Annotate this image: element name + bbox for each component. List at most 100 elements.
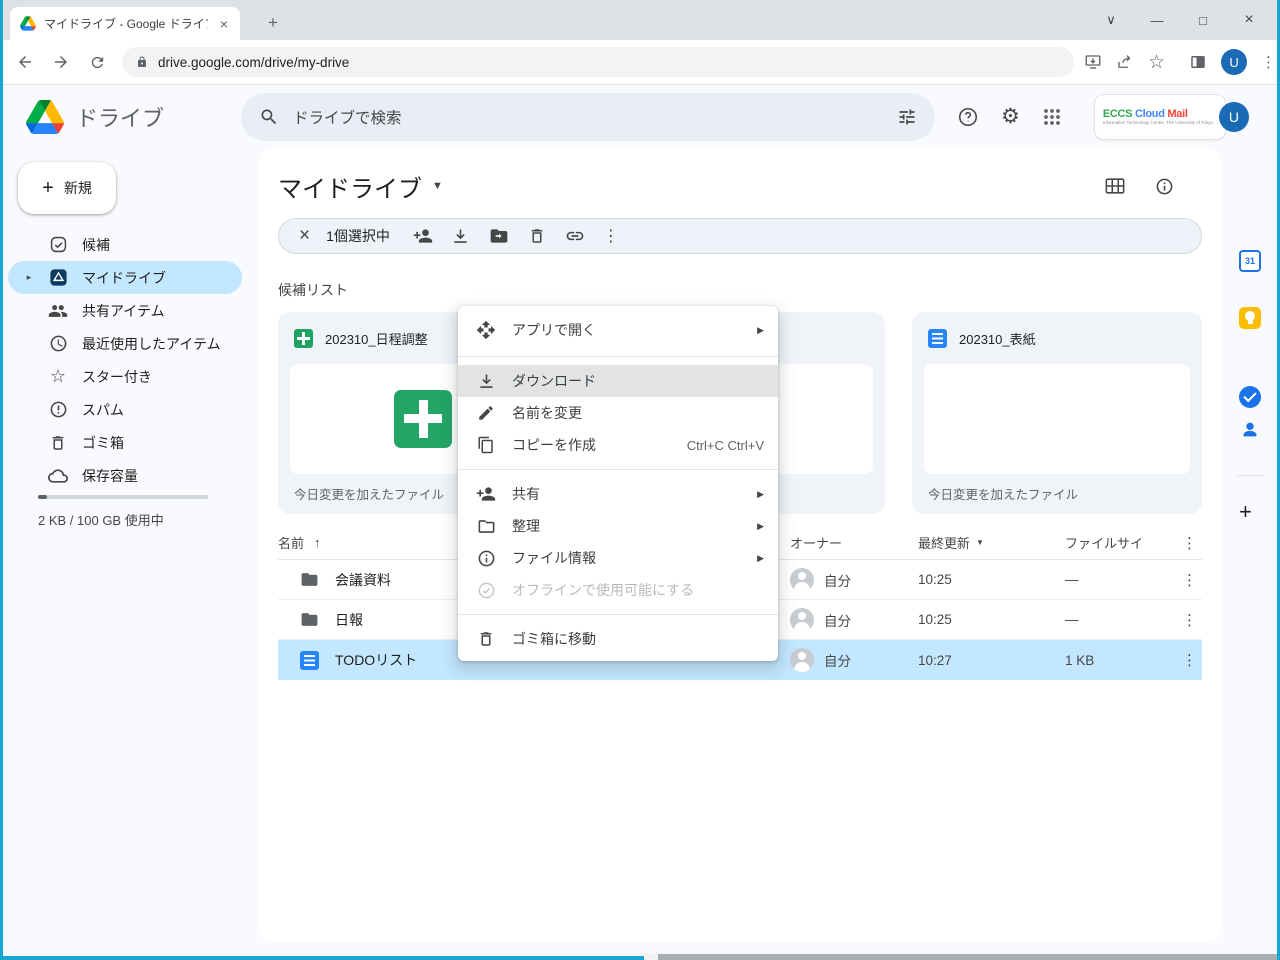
download-icon[interactable] [442,221,480,251]
sidebar-item-starred[interactable]: ☆ スター付き [8,360,242,393]
side-panel-rail: 31 + › [1222,148,1277,960]
tab-search-chevron-icon[interactable]: ∨ [1088,12,1134,28]
tab-title: マイドライブ - Google ドライブ [44,15,208,32]
browser-toolbar: drive.google.com/drive/my-drive ☆ U ⋮ [0,40,1280,85]
more-actions-icon[interactable]: ⋮ [594,226,628,246]
reload-button[interactable] [82,47,112,77]
bookmark-star-icon[interactable]: ☆ [1148,51,1165,74]
browser-tab[interactable]: マイドライブ - Google ドライブ × [10,7,240,40]
menu-divider [458,614,778,615]
file-card[interactable]: 202310_表紙 今日変更を加えたファイル [912,312,1202,514]
search-bar[interactable]: ドライブで検索 [241,93,935,141]
move-to-folder-icon[interactable] [480,221,518,251]
column-header-size[interactable]: ファイルサイ [1065,533,1177,552]
submenu-arrow-icon: ▶ [757,553,764,564]
window-close-button[interactable]: × [1226,11,1272,29]
submenu-arrow-icon: ▶ [757,325,764,336]
column-header-owner[interactable]: オーナー [790,533,918,552]
row-menu-icon[interactable]: ⋮ [1177,651,1202,669]
calendar-icon[interactable]: 31 [1239,250,1261,272]
details-info-icon[interactable] [1155,177,1174,196]
menu-item-organize[interactable]: 整理 ▶ [458,510,778,542]
clear-selection-icon[interactable]: × [293,225,316,247]
storage-progress-bar [38,495,208,499]
sort-descending-icon[interactable]: ▼ [976,538,984,547]
browser-menu-icon[interactable]: ⋮ [1261,53,1276,71]
keep-icon[interactable] [1239,307,1261,329]
window-maximize-button[interactable]: □ [1180,13,1226,28]
sidebar-item-spam[interactable]: スパム [8,393,242,426]
expand-arrow-icon[interactable]: ▸ [24,272,34,283]
drive-logo-text: ドライブ [76,101,164,133]
menu-item-move-to-trash[interactable]: ゴミ箱に移動 [458,623,778,655]
tab-close-icon[interactable]: × [216,17,232,31]
grid-view-icon[interactable] [1105,177,1125,195]
copy-icon [476,435,496,455]
share-icon[interactable] [1116,53,1134,71]
new-tab-button[interactable]: + [260,10,286,36]
horizontal-scrollbar[interactable] [658,954,1277,960]
get-link-icon[interactable] [556,221,594,251]
share-person-add-icon[interactable] [404,221,442,251]
menu-item-file-info[interactable]: ファイル情報 ▶ [458,542,778,574]
sidebar-item-suggested[interactable]: 候補 [8,228,242,261]
new-button[interactable]: + 新規 [18,162,116,214]
drive-favicon-icon [20,16,36,31]
menu-item-rename[interactable]: 名前を変更 [458,397,778,429]
menu-item-download[interactable]: ダウンロード [458,365,778,397]
menu-divider [458,469,778,470]
back-button[interactable] [10,47,40,77]
search-options-icon[interactable] [897,107,917,127]
menu-item-make-copy[interactable]: コピーを作成 Ctrl+C Ctrl+V [458,429,778,461]
window-minimize-button[interactable]: — [1134,13,1180,28]
sidebar: + 新規 候補 ▸ マイドライブ [0,148,258,960]
column-header-name[interactable]: 名前 [278,533,304,552]
sidebar-item-storage[interactable]: 保存容量 [8,459,242,492]
address-bar[interactable]: drive.google.com/drive/my-drive [122,47,1074,77]
sidebar-item-recent[interactable]: 最近使用したアイテム [8,327,242,360]
account-badge[interactable]: ECCS Cloud Mail Information Technology C… [1094,94,1226,140]
row-menu-icon[interactable]: ⋮ [1177,571,1202,589]
docs-file-icon [928,329,947,348]
submenu-arrow-icon: ▶ [757,489,764,500]
menu-item-open-with[interactable]: アプリで開く ▶ [458,312,778,348]
download-icon [476,371,496,391]
dropdown-caret-icon: ▼ [432,180,443,192]
suggested-heading: 候補リスト [278,280,1202,300]
menu-divider [458,356,778,357]
sidebar-item-trash[interactable]: ゴミ箱 [8,426,242,459]
sidebar-item-shared[interactable]: 共有アイテム [8,294,242,327]
offline-check-icon [476,580,496,600]
info-icon [476,548,496,568]
tasks-icon[interactable] [1239,386,1261,408]
contacts-icon[interactable] [1239,419,1261,441]
drive-logo[interactable]: ドライブ [26,100,241,134]
add-apps-icon[interactable]: + [1239,499,1252,525]
selection-count: 1個選択中 [326,226,390,246]
browser-profile-avatar[interactable]: U [1221,49,1247,75]
rename-pencil-icon [476,403,496,423]
forward-button[interactable] [46,47,76,77]
settings-gear-icon[interactable]: ⚙ [1001,104,1020,129]
clock-icon [48,334,68,354]
menu-item-share[interactable]: 共有 ▶ [458,478,778,510]
side-panel-icon[interactable] [1189,53,1207,71]
shortcut-label: Ctrl+C Ctrl+V [687,438,764,453]
account-tagline: Information Technology Center, The Unive… [1103,120,1213,125]
sort-ascending-icon[interactable]: ↑ [314,535,321,550]
apps-grid-icon[interactable] [1042,107,1062,127]
page-title-dropdown[interactable]: マイドライブ ▼ [278,169,443,204]
account-avatar[interactable]: U [1219,102,1249,132]
install-icon[interactable] [1084,53,1102,71]
storage-progress-fill [38,495,47,499]
tab-strip: マイドライブ - Google ドライブ × + ∨ — □ × [0,0,1280,40]
share-person-add-icon [476,484,496,504]
sidebar-item-my-drive[interactable]: ▸ マイドライブ [8,261,242,294]
trash-icon[interactable] [518,221,556,251]
row-menu-icon[interactable]: ⋮ [1177,611,1202,629]
column-options-icon[interactable]: ⋮ [1177,534,1202,552]
help-icon[interactable] [957,106,979,128]
column-header-modified[interactable]: 最終更新 [918,533,970,552]
sheets-logo-icon [394,390,452,448]
account-brand: ECCS Cloud Mail [1103,108,1213,120]
